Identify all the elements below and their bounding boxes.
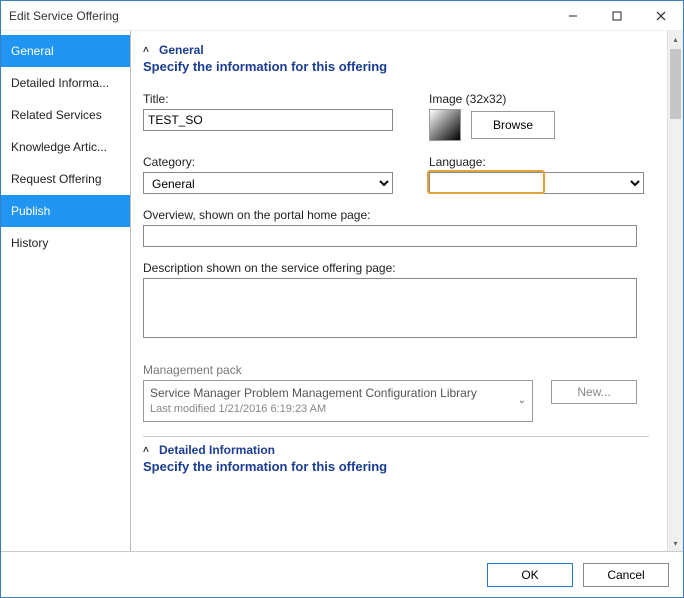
sidebar-item-publish[interactable]: Publish <box>1 195 130 227</box>
section-subtitle-general: Specify the information for this offerin… <box>143 59 649 74</box>
scroll-down-arrow-icon[interactable]: ▾ <box>668 535 683 551</box>
language-select[interactable] <box>429 172 644 194</box>
description-label: Description shown on the service offerin… <box>143 261 649 275</box>
dialog-window: Edit Service Offering General Detailed I… <box>0 0 684 598</box>
dialog-footer: OK Cancel <box>1 551 683 597</box>
vertical-scrollbar[interactable]: ▴ ▾ <box>667 31 683 551</box>
title-input[interactable] <box>143 109 393 131</box>
maximize-button[interactable] <box>595 2 639 30</box>
management-pack-name: Service Manager Problem Management Confi… <box>150 385 510 402</box>
window-title: Edit Service Offering <box>9 9 551 23</box>
chevron-up-icon: ˄ <box>143 445 153 456</box>
sidebar-item-history[interactable]: History <box>1 227 130 259</box>
title-label: Title: <box>143 92 395 106</box>
management-pack-select[interactable]: Service Manager Problem Management Confi… <box>143 380 533 422</box>
browse-button[interactable]: Browse <box>471 111 555 139</box>
close-button[interactable] <box>639 2 683 30</box>
scrollbar-thumb[interactable] <box>670 49 681 119</box>
ok-button[interactable]: OK <box>487 563 573 587</box>
content-pane: ˄ General Specify the information for th… <box>131 31 667 551</box>
titlebar: Edit Service Offering <box>1 1 683 31</box>
section-separator <box>143 436 649 437</box>
sidebar-item-related-services[interactable]: Related Services <box>1 99 130 131</box>
scroll-up-arrow-icon[interactable]: ▴ <box>668 31 683 47</box>
sidebar-item-general[interactable]: General <box>1 35 130 67</box>
sidebar-item-detailed-information[interactable]: Detailed Informa... <box>1 67 130 99</box>
chevron-down-icon: ⌄ <box>518 394 526 408</box>
sidebar-item-knowledge-articles[interactable]: Knowledge Artic... <box>1 131 130 163</box>
description-textarea[interactable] <box>143 278 637 338</box>
image-label: Image (32x32) <box>429 92 649 106</box>
management-pack-label: Management pack <box>143 363 649 377</box>
language-label: Language: <box>429 155 649 169</box>
sidebar-nav: General Detailed Informa... Related Serv… <box>1 31 131 551</box>
category-label: Category: <box>143 155 395 169</box>
section-header-detailed[interactable]: ˄ Detailed Information <box>143 443 649 457</box>
section-title: General <box>159 43 204 57</box>
minimize-button[interactable] <box>551 2 595 30</box>
cancel-button[interactable]: Cancel <box>583 563 669 587</box>
overview-input[interactable] <box>143 225 637 247</box>
new-management-pack-button[interactable]: New... <box>551 380 637 404</box>
overview-label: Overview, shown on the portal home page: <box>143 208 649 222</box>
category-select[interactable]: General <box>143 172 393 194</box>
section-header-general[interactable]: ˄ General <box>143 43 649 57</box>
management-pack-modified: Last modified 1/21/2016 6:19:23 AM <box>150 402 510 417</box>
section-title-detailed: Detailed Information <box>159 443 275 457</box>
chevron-up-icon: ˄ <box>143 45 153 56</box>
sidebar-item-request-offering[interactable]: Request Offering <box>1 163 130 195</box>
section-subtitle-detailed: Specify the information for this offerin… <box>143 459 649 474</box>
image-thumbnail <box>429 109 461 141</box>
